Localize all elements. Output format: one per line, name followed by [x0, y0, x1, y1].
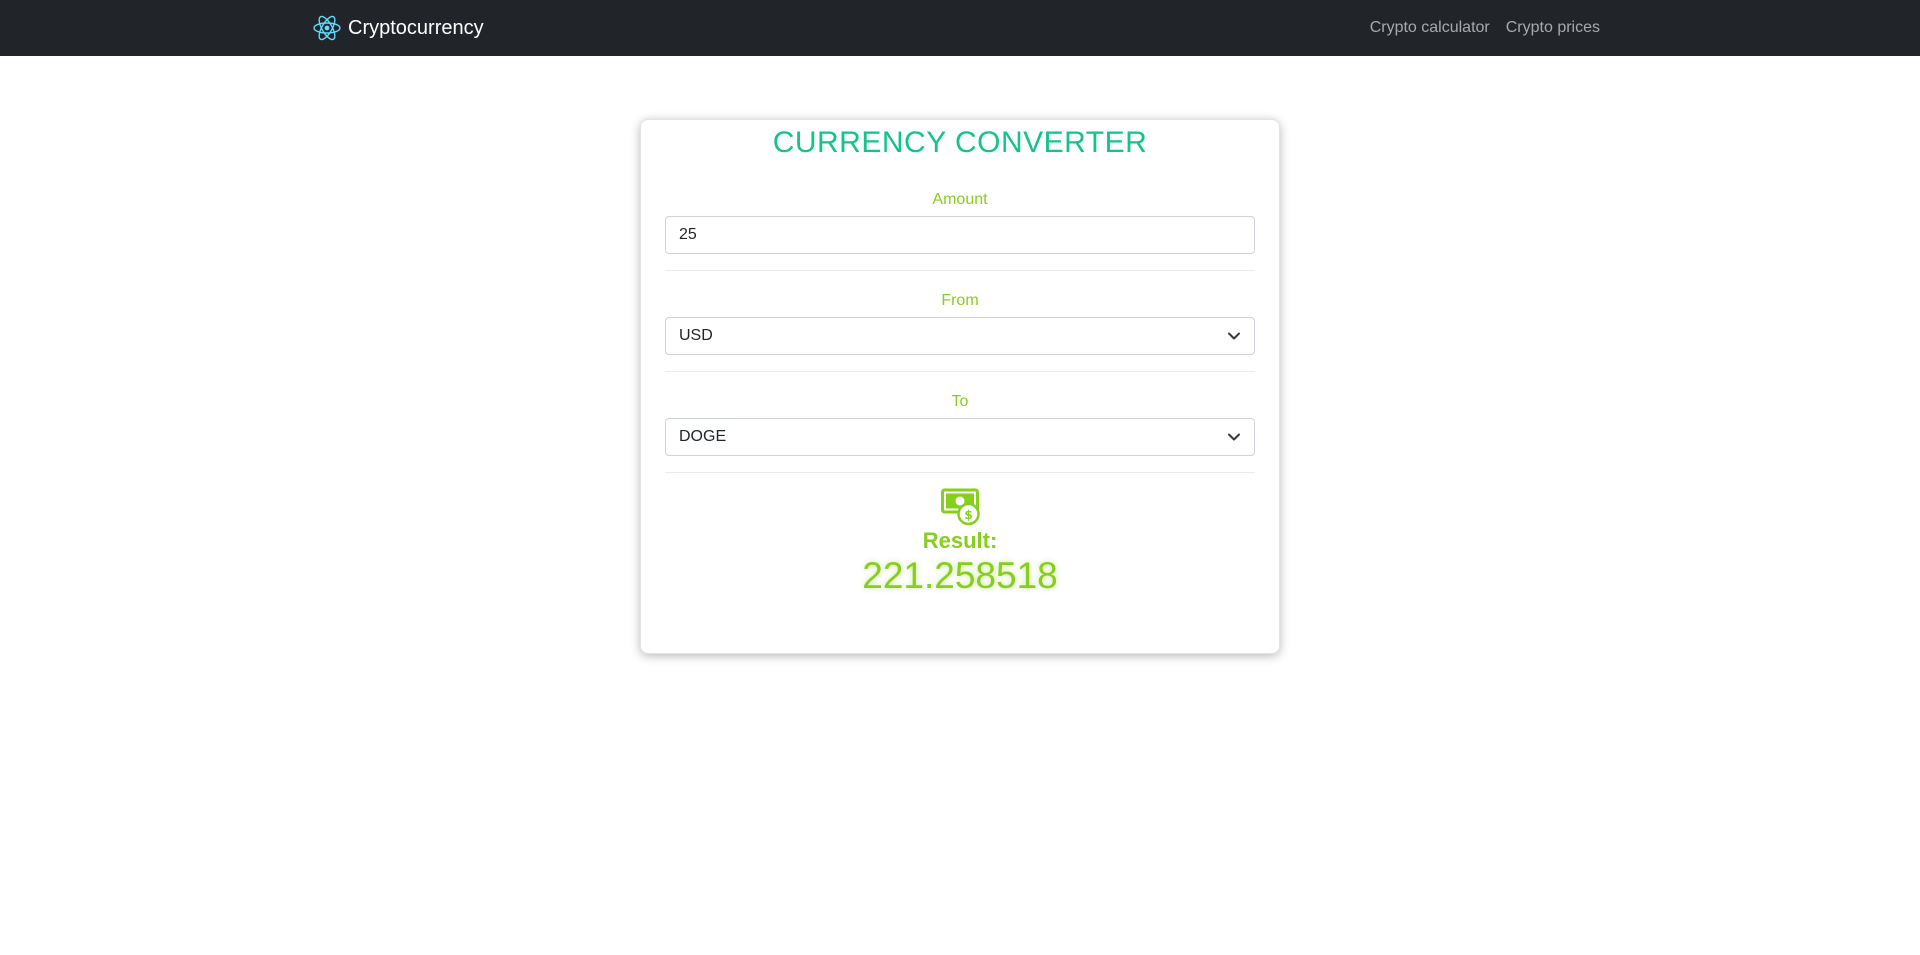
converter-card: CURRENCY CONVERTER Amount 25 From USD To… [640, 119, 1280, 654]
from-select[interactable]: USD [665, 317, 1255, 355]
brand-name: Cryptocurrency [348, 16, 484, 39]
svg-text:$: $ [964, 508, 972, 522]
from-select-value: USD [679, 327, 713, 344]
amount-input-value: 25 [679, 226, 697, 243]
money-bill-icon: $ [941, 488, 980, 526]
amount-label: Amount [932, 191, 988, 208]
from-label: From [941, 292, 979, 309]
nav-links: Crypto calculator Crypto prices [1370, 0, 1600, 56]
amount-input[interactable]: 25 [665, 216, 1255, 254]
to-label: To [951, 393, 969, 410]
to-select[interactable]: DOGE [665, 418, 1255, 456]
result-value: 221.258518 [862, 555, 1058, 596]
chevron-down-icon [1228, 433, 1240, 441]
nav-link-crypto-calculator[interactable]: Crypto calculator [1370, 19, 1490, 37]
nav-link-crypto-prices[interactable]: Crypto prices [1506, 19, 1600, 37]
navbar: Cryptocurrency Crypto calculator Crypto … [0, 0, 1920, 56]
chevron-down-icon [1228, 332, 1240, 340]
page-title: CURRENCY CONVERTER [772, 126, 1148, 159]
react-atom-icon [313, 15, 341, 41]
result-label: Result: [922, 528, 998, 553]
to-select-value: DOGE [679, 428, 727, 445]
divider [665, 371, 1255, 372]
divider [665, 270, 1255, 271]
divider [665, 472, 1255, 473]
brand-link[interactable]: Cryptocurrency [312, 0, 484, 56]
